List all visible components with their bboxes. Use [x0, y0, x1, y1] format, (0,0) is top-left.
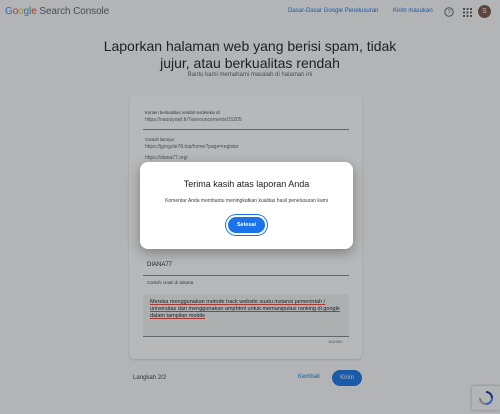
done-button[interactable]: Selesai — [228, 217, 265, 233]
dialog-body: Komentar Anda membantu meningkatkan kual… — [165, 198, 328, 204]
dialog-title: Terima kasih atas laporan Anda — [183, 179, 310, 189]
thank-you-dialog — [140, 162, 353, 249]
